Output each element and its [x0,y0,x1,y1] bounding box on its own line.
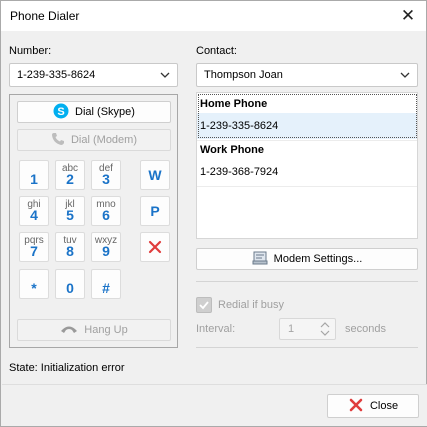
key-hash-digit: # [102,280,110,296]
key-9[interactable]: wxyz 9 [91,232,121,262]
key-8[interactable]: tuv 8 [55,232,85,262]
window-title: Phone Dialer [10,9,80,23]
key-1-digit: 1 [30,171,38,187]
dial-skype-button[interactable]: S Dial (Skype) [17,101,171,123]
key-p-label: P [150,203,160,219]
hang-up-icon [60,322,78,339]
key-5[interactable]: jkl 5 [55,196,85,226]
chevron-down-icon [159,64,171,86]
chevron-down-icon [399,64,411,86]
clear-x-icon [148,240,162,257]
contact-value: Thompson Joan [204,69,283,81]
phone-icon [51,132,65,149]
list-divider [197,140,417,141]
key-6[interactable]: mno 6 [91,196,121,226]
modem-icon [252,251,268,268]
redial-label: Redial if busy [218,299,285,311]
key-5-digit: 5 [66,207,74,223]
interval-value: 1 [288,323,295,335]
phone-list[interactable]: Home Phone 1-239-335-8624 Work Phone 1-2… [196,92,418,239]
contact-label: Contact: [196,45,237,57]
title-bar: Phone Dialer ✕ [1,1,426,31]
phone-dialer-window: Phone Dialer ✕ Number: 1-239-335-8624 Co… [0,0,427,427]
modem-settings-label: Modem Settings... [273,253,363,265]
key-p[interactable]: P [140,196,170,226]
key-3-digit: 3 [102,171,110,187]
number-label: Number: [9,45,52,57]
dial-skype-label: Dial (Skype) [75,106,135,118]
dial-modem-label: Dial (Modem) [70,134,137,146]
dial-modem-button[interactable]: Dial (Modem) [17,129,171,151]
hang-up-button[interactable]: Hang Up [17,319,171,341]
key-4[interactable]: ghi 4 [19,196,49,226]
key-star[interactable]: * [19,269,49,299]
redial-checkbox[interactable] [196,297,212,313]
key-w[interactable]: W [140,160,170,190]
key-1[interactable]: 1 [19,160,49,190]
key-4-digit: 4 [30,207,38,223]
close-button[interactable]: Close [327,394,419,418]
divider [196,281,418,282]
hang-up-label: Hang Up [84,324,128,336]
key-7-digit: 7 [30,243,38,259]
interval-spinner[interactable]: 1 [279,318,336,340]
key-hash[interactable]: # [91,269,121,299]
key-3[interactable]: def 3 [91,160,121,190]
number-value: 1-239-335-8624 [17,69,96,81]
interval-unit: seconds [345,323,386,335]
key-0-digit: 0 [66,280,74,296]
list-divider [197,186,417,187]
spin-arrows-icon [320,321,330,344]
close-button-label: Close [369,400,399,412]
key-8-digit: 8 [66,243,74,259]
key-0[interactable]: 0 [55,269,85,299]
svg-text:S: S [57,106,64,118]
key-9-digit: 9 [102,243,110,259]
phone-list-item[interactable]: 1-239-368-7924 [197,159,417,185]
key-6-digit: 6 [102,207,110,223]
contact-combobox[interactable]: Thompson Joan [196,63,418,87]
interval-label: Interval: [196,323,236,335]
key-2[interactable]: abc 2 [55,160,85,190]
status-text: State: Initialization error [9,362,125,374]
close-window-icon[interactable]: ✕ [398,6,418,26]
key-star-digit: * [31,280,37,296]
skype-icon: S [53,103,69,122]
modem-settings-button[interactable]: Modem Settings... [196,248,418,270]
key-2-digit: 2 [66,171,74,187]
key-7[interactable]: pqrs 7 [19,232,49,262]
divider [196,347,418,348]
number-combobox[interactable]: 1-239-335-8624 [9,63,178,87]
clear-key[interactable] [140,232,170,262]
close-x-icon [348,397,364,416]
phone-group-header: Work Phone [200,144,264,156]
key-w-label: W [148,167,162,183]
selection-focus-outline [198,94,417,138]
